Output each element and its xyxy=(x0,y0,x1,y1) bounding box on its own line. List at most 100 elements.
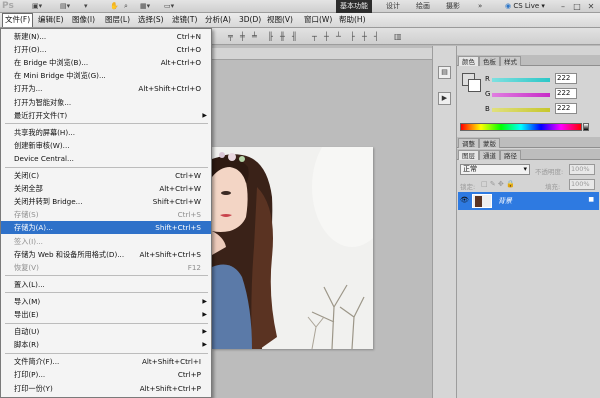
menu-item[interactable]: 置入(L)... xyxy=(1,278,211,291)
menu-filter[interactable]: 滤镜(T) xyxy=(170,14,199,26)
distribute-right-icon[interactable]: ┤ xyxy=(374,32,379,41)
actions-panel-icon[interactable]: ▶ xyxy=(438,92,451,105)
red-slider[interactable] xyxy=(492,78,550,82)
menu-item[interactable]: 存储为(A)... Shift+Ctrl+S xyxy=(1,221,211,235)
workspace-design-button[interactable]: 设计 xyxy=(386,0,400,13)
distribute-bottom-icon[interactable]: ┴ xyxy=(336,32,341,41)
menu-item-shortcut: Ctrl+O xyxy=(176,45,201,55)
menu-item-shortcut: Alt+Shift+Ctrl+I xyxy=(141,357,201,367)
tab-swatches[interactable]: 色板 xyxy=(479,56,500,66)
layer-lock-icon: ■ xyxy=(588,196,594,203)
align-vcenter-icon[interactable]: ╪ xyxy=(240,32,245,41)
align-left-icon[interactable]: ╟ xyxy=(268,32,273,41)
tab-channels[interactable]: 通道 xyxy=(479,150,500,160)
menu-item[interactable]: 打开为... Alt+Shift+Ctrl+O xyxy=(1,82,211,95)
menu-item[interactable]: 文件简介(F)... Alt+Shift+Ctrl+I xyxy=(1,355,211,368)
menu-select[interactable]: 选择(S) xyxy=(136,14,166,26)
arrange-documents-icon[interactable]: ▦▾ xyxy=(140,1,150,12)
menu-layer[interactable]: 图层(L) xyxy=(103,14,132,26)
menu-help[interactable]: 帮助(H) xyxy=(337,14,368,26)
blue-slider[interactable] xyxy=(492,108,550,112)
menu-item[interactable]: 关闭(C) Ctrl+W xyxy=(1,169,211,182)
menu-item-label: 存储为(A)... xyxy=(14,223,53,233)
red-value-input[interactable]: 222 xyxy=(555,73,577,84)
distribute-top-icon[interactable]: ┬ xyxy=(312,32,317,41)
eye-icon[interactable]: 👁 xyxy=(460,196,469,204)
hand-tool-icon[interactable]: ✋ xyxy=(110,1,119,12)
green-value-input[interactable]: 222 xyxy=(555,88,577,99)
green-slider[interactable] xyxy=(492,93,550,97)
menu-item-label: 新建(N)... xyxy=(14,32,47,41)
cs-live-button[interactable]: ◉ CS Live ▾ xyxy=(505,0,545,13)
menu-window[interactable]: 窗口(W) xyxy=(302,14,334,26)
auto-align-icon[interactable]: ▥ xyxy=(394,32,402,41)
tab-masks[interactable]: 蒙版 xyxy=(479,138,500,148)
blend-mode-select[interactable]: 正常 ▾ xyxy=(460,164,530,175)
menu-item[interactable]: 打开(O)... Ctrl+O xyxy=(1,43,211,56)
tab-layers[interactable]: 图层 xyxy=(458,150,479,160)
workspace-photography-button[interactable]: 摄影 xyxy=(446,0,460,13)
align-bottom-icon[interactable]: ╧ xyxy=(252,32,257,41)
menu-image[interactable]: 图像(I) xyxy=(70,14,97,26)
menu-item[interactable]: 创建新审核(W)... xyxy=(1,139,211,152)
menu-item[interactable]: 新建(N)... Ctrl+N xyxy=(1,30,211,43)
menu-item[interactable]: 导出(E) ▶ xyxy=(1,308,211,321)
menu-item[interactable]: 打开为智能对象... xyxy=(1,96,211,109)
mini-bridge-icon[interactable]: ▤▾ xyxy=(60,1,70,12)
menu-item[interactable]: 打印一份(Y) Alt+Shift+Ctrl+P xyxy=(1,382,211,395)
distribute-left-icon[interactable]: ├ xyxy=(350,32,355,41)
align-hcenter-icon[interactable]: ╫ xyxy=(280,32,285,41)
document-image[interactable] xyxy=(212,147,373,349)
menu-3d[interactable]: 3D(D) xyxy=(237,14,263,26)
background-color-swatch[interactable] xyxy=(468,79,481,92)
document-tab[interactable] xyxy=(212,48,432,60)
menu-item[interactable]: Device Central... xyxy=(1,152,211,165)
menu-edit[interactable]: 编辑(E) xyxy=(36,14,66,26)
zoom-level-icon[interactable]: ▾ xyxy=(84,1,88,12)
tab-adjustments[interactable]: 调整 xyxy=(458,138,479,148)
menu-item[interactable]: 打印(P)... Ctrl+P xyxy=(1,368,211,381)
menu-item-label: 关闭(C) xyxy=(14,171,40,180)
menu-view[interactable]: 视图(V) xyxy=(265,14,295,26)
menu-analysis[interactable]: 分析(A) xyxy=(203,14,233,26)
menu-item[interactable]: 共享我的屏幕(H)... xyxy=(1,126,211,139)
minimize-icon[interactable]: – xyxy=(556,0,570,13)
align-top-icon[interactable]: ╤ xyxy=(228,32,233,41)
distribute-vcenter-icon[interactable]: ┼ xyxy=(324,32,329,41)
color-spectrum-bar[interactable] xyxy=(460,123,582,131)
align-right-icon[interactable]: ╢ xyxy=(292,32,297,41)
workspace-essentials-button[interactable]: 基本功能 xyxy=(336,0,372,13)
menu-item[interactable]: 最近打开文件(T) ▶ xyxy=(1,109,211,122)
tab-paths[interactable]: 路径 xyxy=(500,150,521,160)
layer-row[interactable]: 👁 背景 ■ xyxy=(458,192,599,210)
photoshop-logo: Ps xyxy=(2,1,14,11)
workspace-painting-button[interactable]: 绘画 xyxy=(416,0,430,13)
distribute-hcenter-icon[interactable]: ┼ xyxy=(362,32,367,41)
menu-item-shortcut: Alt+Ctrl+O xyxy=(160,58,201,68)
menu-file[interactable]: 文件(F) xyxy=(2,13,34,27)
fill-input[interactable]: 100% xyxy=(569,179,595,190)
zoom-tool-icon[interactable]: ⌕ xyxy=(124,1,128,12)
close-icon[interactable]: ✕ xyxy=(584,0,598,13)
tab-color[interactable]: 颜色 xyxy=(458,56,479,66)
tab-styles[interactable]: 样式 xyxy=(500,56,521,66)
menu-item[interactable]: 存储为 Web 和设备所用格式(D)... Alt+Shift+Ctrl+S xyxy=(1,248,211,261)
menu-item[interactable]: 导入(M) ▶ xyxy=(1,295,211,308)
bridge-icon[interactable]: ▣▾ xyxy=(32,1,42,12)
menu-item-shortcut: Alt+Shift+Ctrl+O xyxy=(138,84,201,94)
blue-value-input[interactable]: 222 xyxy=(555,103,577,114)
menu-item[interactable]: 关闭并转到 Bridge... Shift+Ctrl+W xyxy=(1,195,211,208)
history-panel-icon[interactable]: ▤ xyxy=(438,66,451,79)
opacity-input[interactable]: 100% xyxy=(569,164,595,175)
menu-item[interactable]: 关闭全部 Alt+Ctrl+W xyxy=(1,182,211,195)
maximize-icon[interactable]: □ xyxy=(570,0,584,13)
menu-item[interactable]: 在 Mini Bridge 中浏览(G)... xyxy=(1,69,211,82)
spectrum-white-black[interactable] xyxy=(583,123,589,131)
menu-item[interactable]: 自动(U) ▶ xyxy=(1,325,211,338)
menu-separator xyxy=(5,166,208,168)
menu-item[interactable]: 在 Bridge 中浏览(B)... Alt+Ctrl+O xyxy=(1,56,211,69)
screen-mode-icon[interactable]: ▭▾ xyxy=(164,1,174,12)
lock-icons[interactable]: □ ✎ ✥ 🔒 xyxy=(481,180,515,188)
menu-item[interactable]: 脚本(R) ▶ xyxy=(1,338,211,351)
workspace-more-icon[interactable]: » xyxy=(478,0,482,13)
